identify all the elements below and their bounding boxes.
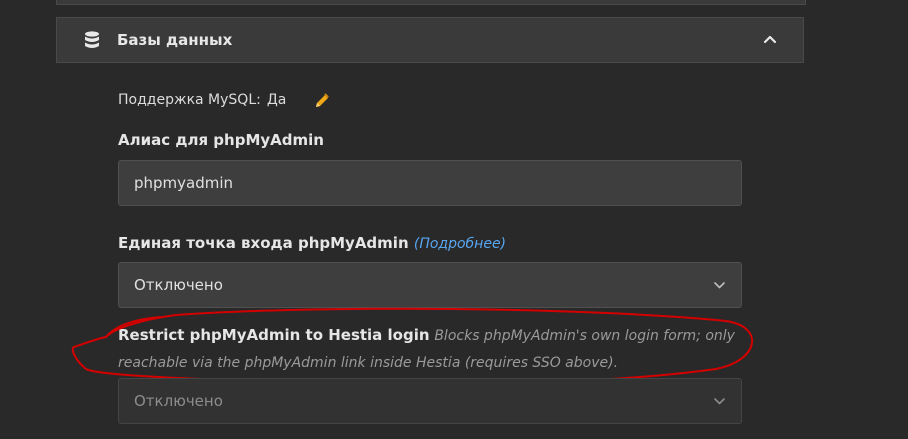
restrict-select-value: Отключено xyxy=(134,392,223,410)
sso-label-text: Единая точка входа phpMyAdmin xyxy=(118,234,409,252)
mysql-support-label: Поддержка MySQL: xyxy=(118,92,261,108)
pencil-icon[interactable] xyxy=(313,92,331,110)
chevron-down-icon xyxy=(714,398,725,405)
alias-label: Алиас для phpMyAdmin xyxy=(118,131,324,149)
sso-label: Единая точка входа phpMyAdmin (Подробнее… xyxy=(118,234,506,252)
restrict-title: Restrict phpMyAdmin to Hestia login xyxy=(118,326,430,344)
alias-input[interactable]: phpmyadmin xyxy=(118,160,742,206)
sso-more-link[interactable]: (Подробнее) xyxy=(414,236,506,252)
alias-input-value: phpmyadmin xyxy=(134,174,234,192)
chevron-down-icon xyxy=(714,282,725,289)
mysql-support-row: Поддержка MySQL: Да xyxy=(118,92,286,108)
chevron-up-icon[interactable] xyxy=(763,34,777,44)
sso-select[interactable]: Отключено xyxy=(118,262,742,308)
sso-select-value: Отключено xyxy=(134,276,223,294)
mysql-support-value: Да xyxy=(266,92,287,108)
section-title: Базы данных xyxy=(117,31,233,49)
section-header-databases[interactable]: Базы данных xyxy=(56,17,804,63)
previous-section-panel xyxy=(56,0,806,5)
restrict-description-block: Restrict phpMyAdmin to Hestia login Bloc… xyxy=(118,322,738,376)
restrict-select[interactable]: Отключено xyxy=(118,378,742,424)
database-icon xyxy=(85,31,99,48)
